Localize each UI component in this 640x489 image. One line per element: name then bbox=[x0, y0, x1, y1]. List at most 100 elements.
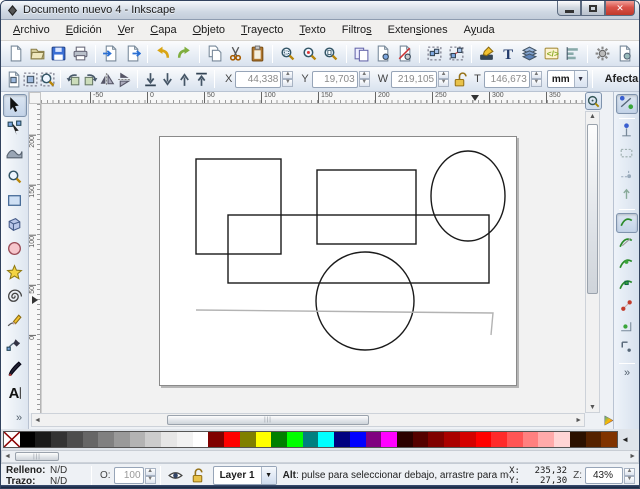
vertical-scroll-thumb[interactable] bbox=[587, 124, 598, 294]
lock-ratio-button[interactable] bbox=[451, 69, 468, 90]
swatch-803300[interactable] bbox=[601, 432, 617, 447]
snap-bbox-edges-button[interactable] bbox=[616, 143, 638, 163]
select-all-button[interactable] bbox=[5, 69, 22, 90]
x-input[interactable]: 44,338 bbox=[235, 71, 281, 88]
swatch-808000[interactable] bbox=[240, 432, 256, 447]
flip-vertical-button[interactable] bbox=[116, 69, 133, 90]
swatch-2b0000[interactable] bbox=[397, 432, 413, 447]
menu-filtros[interactable]: Filtros bbox=[334, 21, 380, 39]
swatch-000000[interactable] bbox=[20, 432, 36, 447]
swatch-999999[interactable] bbox=[114, 432, 130, 447]
swatch-aa0000[interactable] bbox=[444, 432, 460, 447]
fill-stroke-dialog-button[interactable] bbox=[476, 43, 497, 64]
open-document-button[interactable] bbox=[26, 43, 47, 64]
tool-ellipse[interactable] bbox=[3, 238, 27, 261]
swatch-none[interactable] bbox=[4, 432, 20, 447]
snap-bbox-corners-button[interactable] bbox=[616, 164, 638, 184]
zoom-selection-button[interactable] bbox=[277, 43, 298, 64]
tool-zoom[interactable] bbox=[3, 166, 27, 189]
vertical-scrollbar[interactable]: ▲ ▼ bbox=[585, 111, 600, 413]
palette-scroll-thumb[interactable]: ||| bbox=[15, 452, 59, 461]
xml-editor-button[interactable]: </> bbox=[540, 43, 561, 64]
swatch-cccccc[interactable] bbox=[145, 432, 161, 447]
export-button[interactable] bbox=[121, 43, 142, 64]
enable-snapping-button[interactable] bbox=[616, 94, 638, 114]
horizontal-scroll-thumb[interactable]: ||| bbox=[167, 415, 369, 425]
align-dialog-button[interactable] bbox=[562, 43, 583, 64]
scroll-left-arrow[interactable]: ◄ bbox=[34, 417, 41, 424]
swatch-b3b3b3[interactable] bbox=[130, 432, 146, 447]
chevron-down-icon[interactable]: ▼ bbox=[261, 467, 276, 484]
swatch-550000[interactable] bbox=[413, 432, 429, 447]
swatch-ff5555[interactable] bbox=[507, 432, 523, 447]
menu-archivo[interactable]: Archivo bbox=[5, 21, 58, 39]
lower-to-bottom-button[interactable] bbox=[142, 69, 159, 90]
opacity-spinner[interactable]: ▲▼ bbox=[145, 468, 156, 484]
palette-scroll-left-icon[interactable]: ◄ bbox=[621, 435, 629, 444]
layer-selector[interactable]: Layer 1 ▼ bbox=[213, 466, 277, 485]
canvas-viewport[interactable] bbox=[41, 104, 585, 413]
undo-button[interactable] bbox=[152, 43, 173, 64]
menu-objeto[interactable]: Objeto bbox=[185, 21, 233, 39]
scroll-up-arrow[interactable]: ▲ bbox=[589, 113, 596, 120]
x-spinner[interactable]: ▲▼ bbox=[282, 71, 293, 87]
height-input[interactable]: 146,673 bbox=[484, 71, 530, 88]
paste-button[interactable] bbox=[247, 43, 268, 64]
swatch-800080[interactable] bbox=[366, 432, 382, 447]
tool-tweak[interactable] bbox=[3, 142, 27, 165]
menu-ayuda[interactable]: Ayuda bbox=[456, 21, 503, 39]
snap-nodes-button[interactable] bbox=[616, 213, 638, 233]
layer-lock-toggle[interactable] bbox=[187, 465, 209, 486]
close-button[interactable]: ✕ bbox=[605, 1, 635, 16]
swatch-1a1a1a[interactable] bbox=[35, 432, 51, 447]
snap-midpoints-button[interactable] bbox=[616, 318, 638, 338]
chevron-down-icon[interactable]: ▼ bbox=[574, 71, 587, 87]
swatch-008000[interactable] bbox=[271, 432, 287, 447]
tool-bezier-pen[interactable] bbox=[3, 334, 27, 357]
swatch-ff8080[interactable] bbox=[523, 432, 539, 447]
menu-trayecto[interactable]: Trayecto bbox=[233, 21, 291, 39]
palette-scrollbar[interactable]: ◄ ||| ► bbox=[1, 450, 639, 463]
swatch-d40000[interactable] bbox=[460, 432, 476, 447]
swatch-333333[interactable] bbox=[51, 432, 67, 447]
unlink-clone-button[interactable] bbox=[394, 43, 415, 64]
palette-scroll-right-arrow[interactable]: ► bbox=[629, 453, 636, 460]
cut-button[interactable] bbox=[225, 43, 246, 64]
swatch-000080[interactable] bbox=[334, 432, 350, 447]
restore-button[interactable] bbox=[581, 1, 605, 16]
width-spinner[interactable]: ▲▼ bbox=[438, 71, 449, 87]
swatch-800000[interactable] bbox=[428, 432, 444, 447]
swatch-ffff00[interactable] bbox=[256, 432, 272, 447]
create-clone-button[interactable] bbox=[372, 43, 393, 64]
zoom-spinner[interactable]: ▲▼ bbox=[624, 468, 635, 484]
save-document-button[interactable] bbox=[48, 43, 69, 64]
raise-to-top-button[interactable] bbox=[193, 69, 210, 90]
snapbar-overflow-chevron[interactable]: » bbox=[624, 367, 629, 379]
print-button[interactable] bbox=[69, 43, 90, 64]
toolbox-overflow-chevron[interactable]: » bbox=[16, 412, 21, 424]
layer-visibility-toggle[interactable] bbox=[165, 465, 187, 486]
snap-cusp-nodes-button[interactable] bbox=[616, 276, 638, 296]
rotate-cw-button[interactable] bbox=[82, 69, 99, 90]
swatch-552200[interactable] bbox=[586, 432, 602, 447]
y-input[interactable]: 19,703 bbox=[312, 71, 358, 88]
tool-3d-box[interactable] bbox=[3, 214, 27, 237]
tool-pencil[interactable] bbox=[3, 310, 27, 333]
zoom-input[interactable]: 43% bbox=[585, 467, 623, 484]
swatch-e6e6e6[interactable] bbox=[161, 432, 177, 447]
zoom-page-button[interactable] bbox=[320, 43, 341, 64]
swatch-00ffff[interactable] bbox=[318, 432, 334, 447]
swatch-800000[interactable] bbox=[208, 432, 224, 447]
opacity-input[interactable]: 100 bbox=[114, 467, 144, 484]
sticky-zoom-button[interactable] bbox=[585, 92, 602, 110]
tool-star[interactable] bbox=[3, 262, 27, 285]
menu-extensiones[interactable]: Extensiones bbox=[380, 21, 456, 39]
snap-smooth-nodes-button[interactable] bbox=[616, 297, 638, 317]
snap-object-centers-button[interactable] bbox=[616, 339, 638, 359]
menu-edicion[interactable]: Edición bbox=[58, 21, 110, 39]
scroll-right-arrow[interactable]: ► bbox=[575, 417, 582, 424]
fill-stroke-indicator[interactable]: Relleno:N/D Trazo:N/D bbox=[1, 465, 87, 487]
menu-capa[interactable]: Capa bbox=[142, 21, 184, 39]
duplicate-button[interactable] bbox=[351, 43, 372, 64]
zoom-drawing-button[interactable] bbox=[299, 43, 320, 64]
